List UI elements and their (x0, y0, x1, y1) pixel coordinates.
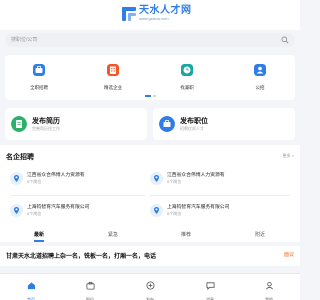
site-logo[interactable]: 天水人才网 www.gstrcw.com (122, 6, 192, 21)
post-job-card[interactable]: 发布职位 招聘优质人才 (153, 108, 295, 140)
action-title: 发布职位 (180, 118, 208, 125)
tab-urgent[interactable]: 紧急 (108, 231, 118, 238)
building-icon (107, 64, 119, 76)
company-job-count: 0个岗位 (27, 211, 42, 216)
home-icon (27, 282, 35, 290)
people-icon (254, 64, 266, 76)
company-name: 江西省众合伟博人力资源有 (167, 173, 225, 178)
job-filter-tabs: 最新 紧急 推荐 附近 (0, 228, 300, 242)
action-subtitle: 招聘优质人才 (180, 126, 204, 131)
resume-icon (11, 116, 27, 132)
job-title: 甘肃天水北道招聘上杂一名，铣板一名，打厢一名，电话 (6, 254, 157, 260)
company-job-count: 0个岗位 (167, 179, 182, 184)
post-job-icon (159, 116, 175, 132)
tabbar-home[interactable]: 首页 (16, 277, 46, 300)
search-icon[interactable] (281, 36, 289, 44)
divider (150, 195, 290, 196)
logo-mark-icon (122, 6, 136, 21)
plus-circle-icon (145, 281, 155, 290)
clock-icon (181, 64, 193, 76)
nav-label: 全职招聘 (30, 85, 48, 90)
chat-icon (205, 282, 215, 291)
tab-recommended[interactable]: 推荐 (181, 231, 191, 238)
company-item[interactable]: 上海钧智育汽车服务有限公司 0个岗位 (10, 199, 148, 226)
bottom-tab-bar: 首页 职位 发布 消息 我的 (0, 273, 300, 300)
nav-item-fulltime[interactable]: 全职招聘 (19, 63, 59, 91)
quick-nav: 全职招聘 精选企业 找兼职 公招 (5, 55, 295, 100)
logo-subtitle: www.gstrcw.com (139, 16, 169, 21)
tabbar-post[interactable]: 发布 (135, 277, 165, 300)
featured-companies-section: 名企招聘 更多 > 江西省众合伟博人力资源有 0个岗位 江西省众合伟博人力资源有… (0, 145, 300, 235)
tabbar-jobs[interactable]: 职位 (75, 277, 105, 300)
briefcase-icon (33, 64, 45, 76)
company-item[interactable]: 上海钧智育汽车服务有限公司 0个岗位 (150, 199, 288, 226)
nav-item-public[interactable]: 公招 (240, 63, 280, 91)
company-item[interactable]: 江西省众合伟博人力资源有 0个岗位 (150, 167, 288, 194)
company-job-count: 0个岗位 (167, 211, 182, 216)
app-header: 天水人才网 www.gstrcw.com (0, 0, 300, 30)
post-resume-card[interactable]: 发布简历 完善简历找工作 (5, 108, 147, 140)
company-name: 江西省众合伟博人力资源有 (27, 173, 85, 178)
carousel-indicator (145, 95, 156, 97)
active-tab-indicator (34, 240, 44, 242)
tab-nearby[interactable]: 附近 (255, 231, 265, 238)
action-title: 发布简历 (32, 118, 60, 125)
location-pin-icon (150, 204, 163, 217)
company-item[interactable]: 江西省众合伟博人力资源有 0个岗位 (10, 167, 148, 194)
action-subtitle: 完善简历找工作 (32, 126, 60, 131)
divider (10, 195, 145, 196)
company-name: 上海钧智育汽车服务有限公司 (167, 205, 230, 210)
tabbar-messages[interactable]: 消息 (195, 277, 225, 300)
nav-label: 找兼职 (180, 85, 194, 90)
section-title: 名企招聘 (6, 154, 34, 161)
nav-item-companies[interactable]: 精选企业 (93, 63, 133, 91)
user-icon (265, 281, 273, 290)
company-job-count: 0个岗位 (27, 179, 42, 184)
tabbar-profile[interactable]: 我的 (254, 277, 284, 300)
more-link[interactable]: 更多 > (283, 153, 294, 159)
salary-tag: 面议 (283, 252, 294, 258)
logo-title: 天水人才网 (139, 5, 192, 16)
search-input[interactable]: 搜职位/公司 (5, 33, 295, 47)
nav-label: 精选企业 (104, 85, 122, 90)
briefcase-icon (85, 281, 95, 290)
location-pin-icon (150, 172, 163, 185)
nav-label: 公招 (255, 85, 265, 90)
search-placeholder: 搜职位/公司 (11, 37, 38, 43)
company-name: 上海钧智育汽车服务有限公司 (27, 205, 90, 210)
tab-latest[interactable]: 最新 (34, 231, 44, 238)
job-list-item[interactable]: 甘肃天水北道招聘上杂一名，铣板一名，打厢一名，电话 面议 (0, 246, 300, 266)
location-pin-icon (10, 172, 23, 185)
location-pin-icon (10, 204, 23, 217)
nav-item-parttime[interactable]: 找兼职 (167, 63, 207, 91)
